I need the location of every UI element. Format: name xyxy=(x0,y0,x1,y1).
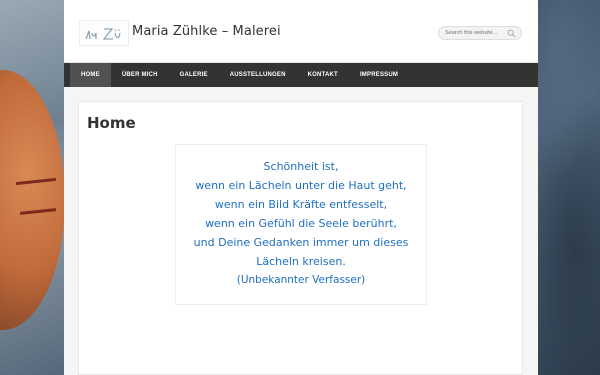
nav-item-kontakt[interactable]: Kontakt xyxy=(297,63,349,87)
quote-line: Lächeln kreisen. xyxy=(256,255,346,268)
site-logo[interactable] xyxy=(79,20,129,46)
quote-line: wenn ein Lächeln unter die Haut geht, xyxy=(195,179,407,192)
nav-item-impressum[interactable]: Impressum xyxy=(349,63,409,87)
main-navigation: Home Über mich Galerie Ausstellungen Kon… xyxy=(64,63,538,87)
quote-line: wenn ein Gefühl die Seele berührt, xyxy=(205,217,397,230)
search-input[interactable] xyxy=(445,28,507,38)
quote-line: und Deine Gedanken immer um dieses xyxy=(193,236,409,249)
quote-line: wenn ein Bild Kräfte entfesselt, xyxy=(214,198,388,211)
quote-author: (Unbekannter Verfasser) xyxy=(236,274,366,286)
logo-signature-icon xyxy=(85,28,121,40)
nav-item-ueber-mich[interactable]: Über mich xyxy=(111,63,169,87)
quote-box: Schönheit ist, wenn ein Lächeln unter di… xyxy=(175,144,427,305)
search-box[interactable] xyxy=(438,26,522,40)
painting-arc xyxy=(0,70,64,330)
nav-item-home[interactable]: Home xyxy=(70,63,111,87)
search-icon[interactable] xyxy=(507,29,516,38)
quote-line: Schönheit ist, xyxy=(263,160,339,173)
background-painting-left xyxy=(0,0,64,375)
nav-item-galerie[interactable]: Galerie xyxy=(169,63,219,87)
site-title[interactable]: Maria Zühlke – Malerei xyxy=(132,24,281,39)
nav-item-ausstellungen[interactable]: Ausstellungen xyxy=(219,63,297,87)
main-content: Home Schönheit ist, wenn ein Lächeln unt… xyxy=(78,101,523,375)
site-header: Maria Zühlke – Malerei xyxy=(64,0,538,63)
page-title: Home xyxy=(87,114,136,132)
site-container: Maria Zühlke – Malerei Home Über mich Ga… xyxy=(64,0,538,375)
